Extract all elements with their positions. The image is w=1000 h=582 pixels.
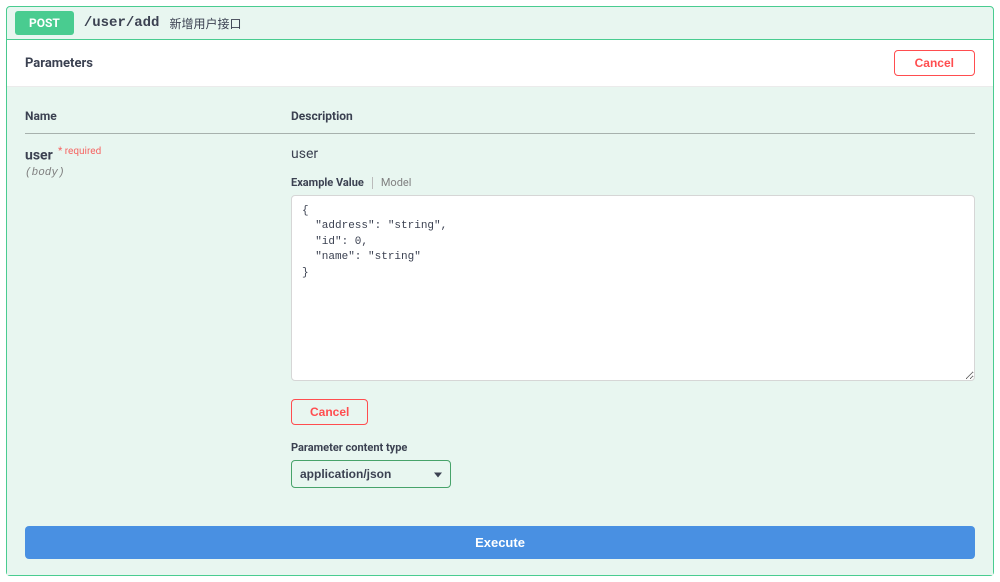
operation-summary: 新增用户接口 xyxy=(169,15,241,32)
execute-button[interactable]: Execute xyxy=(25,526,975,559)
required-indicator: * required xyxy=(58,146,101,157)
content-type-block: Parameter content type application/json xyxy=(291,441,975,488)
parameters-section-header: Parameters Cancel xyxy=(7,40,993,87)
operation-block: POST /user/add 新增用户接口 Parameters Cancel … xyxy=(6,6,994,576)
tab-example-value[interactable]: Example Value xyxy=(291,176,372,189)
param-name: user xyxy=(25,147,53,163)
content-type-label: Parameter content type xyxy=(291,441,975,454)
table-row: user * required (body) user Example Valu… xyxy=(25,134,975,499)
cancel-tryout-button[interactable]: Cancel xyxy=(894,50,975,76)
operation-summary-bar[interactable]: POST /user/add 新增用户接口 xyxy=(7,7,993,40)
method-badge: POST xyxy=(15,11,74,35)
content-type-select[interactable]: application/json xyxy=(291,460,451,488)
operation-body: Parameters Cancel Name Description user xyxy=(7,40,993,575)
col-name: Name xyxy=(25,101,291,134)
param-in: (body) xyxy=(25,167,291,179)
parameters-body: Name Description user * required xyxy=(7,87,993,516)
operation-path: /user/add xyxy=(84,15,160,31)
col-description: Description xyxy=(291,101,975,134)
parameters-title: Parameters xyxy=(25,56,93,71)
body-textarea[interactable]: { "address": "string", "id": 0, "name": … xyxy=(291,195,975,381)
content-type-select-wrap: application/json xyxy=(291,460,451,488)
parameters-table: Name Description user * required xyxy=(25,101,975,498)
tab-model[interactable]: Model xyxy=(373,176,420,189)
param-description: user xyxy=(291,146,975,162)
body-tabbar: Example Value Model xyxy=(291,176,975,189)
cancel-body-button[interactable]: Cancel xyxy=(291,399,368,425)
